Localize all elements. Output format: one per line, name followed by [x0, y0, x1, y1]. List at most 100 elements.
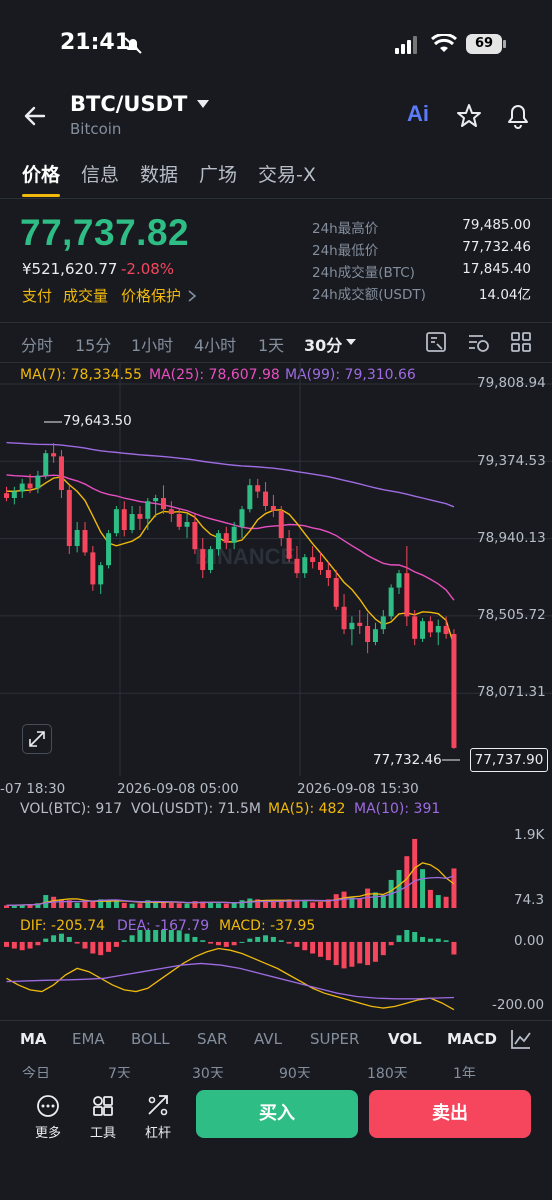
interval-line[interactable]: 分时 [21, 332, 53, 356]
candle-body [168, 509, 174, 514]
candle-body [121, 509, 127, 530]
candle-body [27, 483, 33, 489]
macd-bar [318, 941, 323, 957]
macd-bar [278, 940, 284, 942]
volume-bar [215, 903, 221, 908]
macd-bar [451, 941, 457, 955]
macd-bar [145, 930, 151, 942]
tab-data[interactable]: 数据 [140, 160, 178, 187]
candle-body [270, 506, 276, 511]
candle-body [215, 533, 221, 550]
indicator-tab-boll[interactable]: BOLL [131, 1030, 170, 1048]
status-bar: 21:41 69 [0, 0, 552, 90]
macd-bar [302, 941, 308, 951]
indicator-tab-sar[interactable]: SAR [197, 1030, 227, 1048]
stat-label-volume-usdt: 24h成交额(USDT) [312, 287, 426, 303]
more-button[interactable]: 更多 [23, 1092, 73, 1141]
macd-axis-label: -200.00 [492, 997, 545, 1013]
indicator-tab-ema[interactable]: EMA [72, 1030, 105, 1048]
back-arrow-icon[interactable] [22, 103, 48, 129]
status-time: 21:41 [60, 30, 131, 55]
macd-bar [427, 938, 433, 942]
link-pay[interactable]: 支付 [22, 285, 52, 306]
macd-bar [51, 935, 57, 942]
candle-body [239, 509, 245, 527]
candle-body [11, 491, 17, 498]
candle-body [451, 634, 457, 748]
macd-bar [215, 941, 221, 946]
price-axis-label: 78,940.13 [477, 530, 546, 546]
candle-body [161, 498, 166, 510]
tools-button[interactable]: 工具 [78, 1092, 128, 1141]
macd-bar [66, 936, 72, 942]
interval-15m[interactable]: 15分 [75, 332, 111, 356]
buy-button[interactable]: 买入 [196, 1090, 358, 1138]
candle-body [192, 522, 198, 550]
high-marker-label: 79,643.50 [63, 413, 132, 429]
macd-bar [74, 941, 80, 944]
macd-bar [223, 941, 229, 947]
macd-bar [153, 930, 159, 942]
macd-bar [90, 941, 96, 954]
macd-bar [161, 930, 166, 942]
candle-body [35, 475, 41, 489]
indicator-tab-avl[interactable]: AVL [254, 1030, 282, 1048]
pair-dropdown-icon[interactable] [196, 99, 210, 109]
tab-square[interactable]: 广场 [199, 160, 237, 187]
indicator-settings-icon[interactable] [467, 331, 491, 353]
candle-body [19, 483, 25, 492]
volume-bar [412, 838, 418, 908]
bell-alert-icon[interactable] [505, 102, 531, 130]
chevron-right-icon[interactable] [187, 289, 197, 303]
chart-settings-icon[interactable] [425, 331, 447, 353]
vol-axis-label: 74.3 [514, 892, 545, 908]
stat-value-high: 79,485.00 [462, 217, 531, 233]
price-axis-label: 78,071.31 [477, 684, 546, 700]
volume-bar [58, 899, 64, 908]
grid-layout-icon[interactable] [510, 331, 532, 353]
macd-bar [435, 938, 441, 942]
indicator-tab-super[interactable]: SUPER [310, 1030, 359, 1048]
vol-ma5-line [6, 862, 455, 907]
tab-price[interactable]: 价格 [22, 160, 60, 187]
link-volume[interactable]: 成交量 [63, 285, 108, 306]
volume-bar [427, 889, 433, 908]
interval-1h[interactable]: 1小时 [131, 332, 173, 356]
fullscreen-button[interactable] [22, 724, 52, 754]
stat-value-low: 77,732.46 [462, 239, 531, 255]
low-marker-label: 77,732.46 [373, 752, 442, 768]
tab-info[interactable]: 信息 [81, 160, 119, 187]
indicator-tab-macd[interactable]: MACD [447, 1030, 497, 1048]
indicator-chart-icon[interactable] [510, 1028, 532, 1050]
ai-button[interactable]: Ai [407, 101, 429, 127]
sell-button[interactable]: 卖出 [369, 1090, 531, 1138]
pair-title[interactable]: BTC/USDT [70, 92, 187, 116]
interval-dropdown-icon[interactable] [345, 338, 357, 346]
candle-body [404, 573, 410, 617]
volume-bar [208, 902, 214, 908]
candle-body [427, 621, 433, 633]
interval-4h[interactable]: 4小时 [194, 332, 236, 356]
volume-bar [247, 898, 253, 908]
macd-bar [255, 936, 261, 942]
link-price-protect[interactable]: 价格保护 [121, 285, 181, 306]
macd-bar [333, 941, 339, 966]
interval-1d[interactable]: 1天 [258, 332, 284, 356]
interval-30m[interactable]: 30分 [304, 332, 342, 356]
tab-trade-x[interactable]: 交易-X [258, 160, 316, 187]
macd-bar [35, 941, 41, 946]
macd-bar [19, 941, 25, 951]
time-axis-label: -07 18:30 [0, 781, 66, 797]
candle-body [98, 565, 104, 585]
last-price: 77,737.82 [20, 212, 190, 253]
stat-label-low: 24h最低价 [312, 243, 379, 259]
indicator-tab-vol[interactable]: VOL [388, 1030, 422, 1048]
candle-body [333, 578, 339, 607]
star-icon[interactable] [456, 103, 482, 129]
candle-body [247, 485, 253, 510]
leverage-button[interactable]: 杠杆 [133, 1092, 183, 1141]
macd-bar [404, 930, 410, 942]
indicator-tab-ma[interactable]: MA [20, 1030, 47, 1048]
battery-indicator: 69 [466, 34, 502, 54]
leverage-label: 杠杆 [144, 1126, 171, 1141]
